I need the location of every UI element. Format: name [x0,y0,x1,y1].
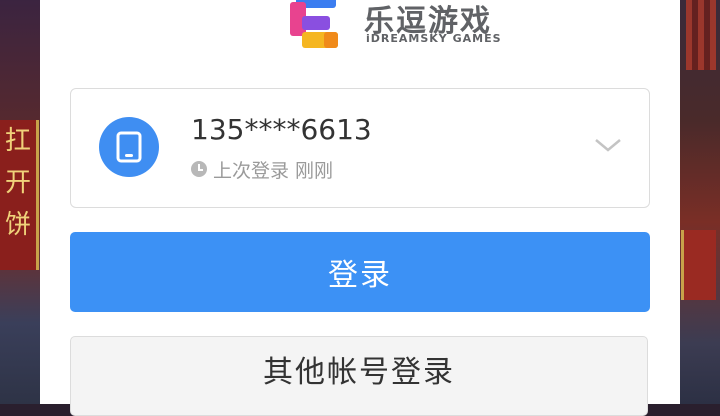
sign-char: 开 [4,168,31,198]
phone-icon [116,131,142,163]
sign-char: 扛 [4,126,31,156]
background-art-left: 扛 开 饼 [0,0,40,404]
saved-account-selector[interactable]: 135****6613 上次登录 刚刚 [70,88,650,208]
background-sign: 扛 开 饼 [0,120,39,270]
last-login-label: 上次登录 刚刚 [213,159,334,182]
background-decoration [681,230,716,300]
login-dialog: 乐逗游戏 iDREAMSKY GAMES 135****6613 上次登录 刚刚… [40,0,680,416]
account-phone: 135****6613 [191,113,372,146]
brand-subtitle: iDREAMSKY GAMES [366,32,502,45]
last-login-info: 上次登录 刚刚 [191,157,334,182]
clock-icon [191,161,207,177]
background-art-right [680,0,720,404]
other-account-login-button[interactable]: 其他帐号登录 [70,336,648,416]
background-decoration [686,0,716,70]
sign-char: 饼 [4,210,31,240]
idreamsky-logo-icon [290,0,338,48]
chevron-down-icon[interactable] [593,135,623,155]
login-button[interactable]: 登录 [70,232,650,312]
brand-logo: 乐逗游戏 iDREAMSKY GAMES [284,0,524,52]
avatar [99,117,159,177]
